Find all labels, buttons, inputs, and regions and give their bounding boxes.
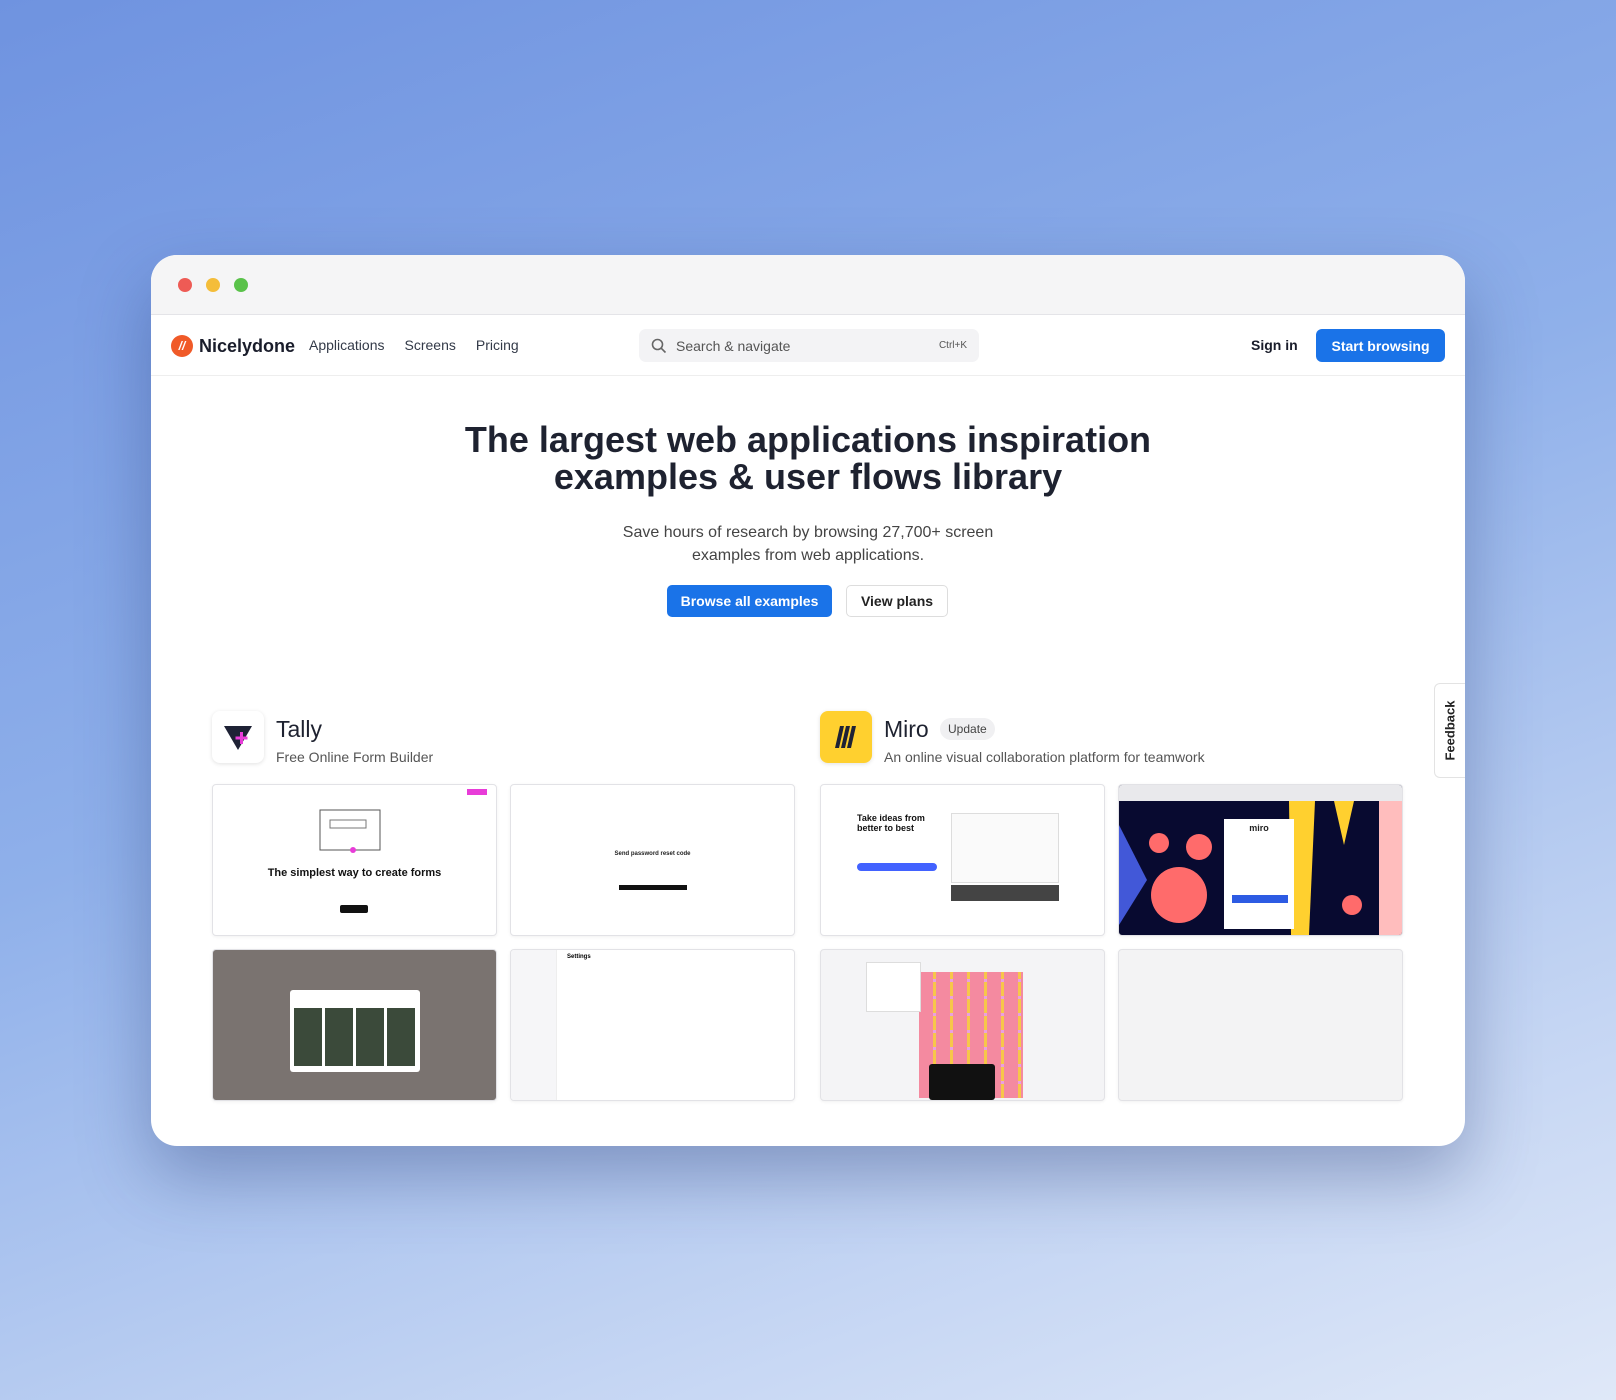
view-plans-button[interactable]: View plans — [846, 585, 948, 617]
miro-screen-thumbnail[interactable] — [820, 949, 1105, 1101]
thumb-cta — [619, 885, 687, 890]
thumb-image-grid — [294, 1008, 416, 1066]
tally-screen-thumbnail[interactable] — [212, 949, 497, 1101]
tally-app-name[interactable]: Tally — [276, 716, 322, 743]
sketch-illustration — [319, 789, 487, 853]
thumb-cta — [857, 863, 937, 871]
hero-subtitle-line: Save hours of research by browsing 27,70… — [622, 524, 994, 541]
tally-screen-thumbnail[interactable]: The simplest way to create forms — [212, 784, 497, 936]
search-icon — [651, 338, 667, 353]
sign-in-link[interactable]: Sign in — [1251, 337, 1298, 353]
hero-title-line: The largest web applications inspiration — [464, 419, 1152, 460]
nav-applications[interactable]: Applications — [309, 337, 385, 353]
tally-logo-icon — [224, 726, 252, 750]
hero-subtitle: Save hours of research by browsing 27,70… — [151, 521, 1465, 567]
thumb-sidebar — [511, 950, 557, 1100]
browse-all-examples-button[interactable]: Browse all examples — [667, 585, 832, 617]
hero-subtitle-line: examples from web applications. — [691, 547, 925, 564]
miro-screen-thumbnail[interactable] — [1118, 949, 1403, 1101]
miro-screen-thumbnail[interactable]: Take ideas from better to best — [820, 784, 1105, 936]
miro-wordmark: miro — [1249, 823, 1269, 833]
miro-logo-icon — [835, 726, 856, 748]
miro-app-name[interactable]: Miro — [884, 716, 929, 743]
top-nav: // Nicelydone Applications Screens Prici… — [151, 315, 1465, 376]
brand-name: Nicelydone — [199, 335, 296, 356]
brand-logo-icon: // — [171, 335, 193, 357]
tally-screen-thumbnail[interactable]: Send password reset code — [510, 784, 795, 936]
miro-screen-thumbnail[interactable]: miro — [1118, 784, 1403, 936]
title-bar — [151, 255, 1465, 315]
thumb-cta — [340, 905, 368, 913]
search-input[interactable]: Search & navigate Ctrl+K — [639, 329, 979, 362]
thumb-board — [951, 813, 1059, 883]
thumb-heading: Take ideas from better to best — [857, 813, 925, 833]
browser-window: // Nicelydone Applications Screens Prici… — [151, 255, 1465, 1146]
hero-title-line: examples & user flows library — [553, 456, 1063, 497]
thumb-heading: Send password reset code — [614, 851, 691, 857]
thumb-modal — [290, 990, 420, 1072]
thumb-tooltip — [929, 1064, 995, 1100]
thumb-menu — [866, 962, 921, 1012]
feedback-label: Feedback — [1442, 700, 1458, 761]
tally-app-description: Free Online Form Builder — [276, 749, 434, 765]
feedback-tab[interactable]: Feedback — [1434, 683, 1465, 778]
tally-screen-thumbnail[interactable]: Settings — [510, 949, 795, 1101]
close-window-button[interactable] — [178, 278, 192, 292]
tally-app-icon[interactable] — [212, 711, 264, 763]
brand-logo[interactable]: // Nicelydone — [171, 335, 295, 357]
zoom-window-button[interactable] — [234, 278, 248, 292]
update-badge: Update — [940, 718, 995, 740]
miro-signin-art — [1119, 785, 1402, 935]
hero-title: The largest web applications inspiration… — [151, 421, 1465, 495]
thumb-photos — [951, 885, 1059, 901]
search-placeholder: Search & navigate — [676, 337, 791, 354]
miro-app-icon[interactable] — [820, 711, 872, 763]
nav-pricing[interactable]: Pricing — [476, 337, 519, 353]
miro-app-description: An online visual collaboration platform … — [884, 749, 1205, 765]
thumb-heading: The simplest way to create forms — [267, 867, 442, 879]
minimize-window-button[interactable] — [206, 278, 220, 292]
thumb-heading: Settings — [567, 954, 591, 960]
search-shortcut: Ctrl+K — [938, 340, 967, 351]
nav-screens[interactable]: Screens — [405, 337, 456, 353]
start-browsing-button[interactable]: Start browsing — [1316, 329, 1445, 362]
